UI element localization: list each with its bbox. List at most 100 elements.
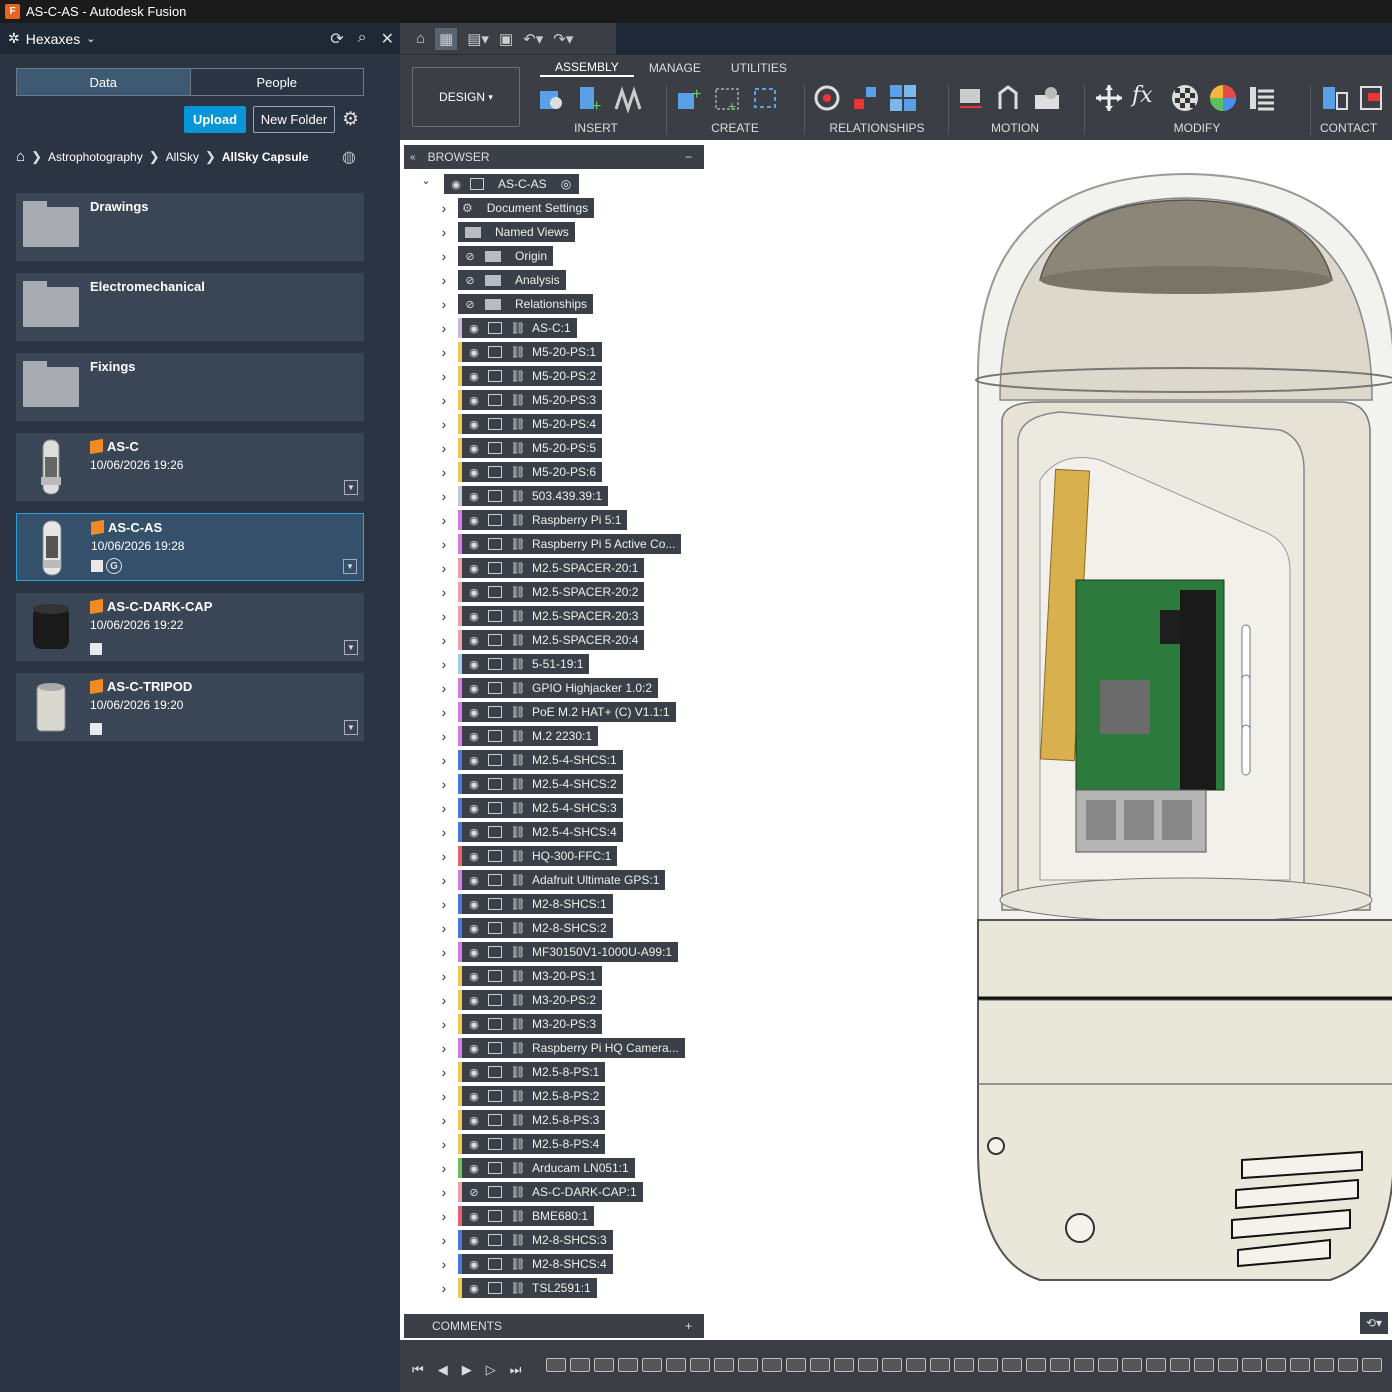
timeline-feature-icon[interactable]	[1290, 1358, 1310, 1372]
visibility-eye-icon[interactable]: ◉	[465, 610, 483, 623]
navigation-bar-toggle[interactable]: ⟲▾	[1360, 1312, 1388, 1334]
timeline-feature-icon[interactable]	[810, 1358, 830, 1372]
browser-component-node[interactable]: ◉ ⛓ MF30150V1-1000U-A99:1	[458, 942, 679, 962]
browser-component-node[interactable]: ◉ ⛓ TSL2591:1	[458, 1278, 597, 1298]
breadcrumb-item[interactable]: AllSky	[166, 150, 199, 164]
create-box-icon[interactable]: +	[674, 83, 704, 113]
expand-chevron-icon[interactable]: ›	[438, 560, 450, 576]
visibility-eye-icon[interactable]: ◉	[465, 442, 483, 455]
expand-chevron-icon[interactable]: ›	[438, 320, 450, 336]
visibility-eye-icon[interactable]: ◉	[465, 490, 483, 503]
redo-icon[interactable]: ↷▾	[553, 30, 573, 48]
browser-component-node[interactable]: ◉ ⛓ M5-20-PS:5	[458, 438, 603, 458]
save-icon[interactable]: ▣	[499, 30, 513, 48]
tab-data[interactable]: Data	[17, 69, 190, 95]
visibility-eye-icon[interactable]: ◉	[465, 994, 483, 1007]
visibility-eye-icon[interactable]: ◉	[465, 322, 483, 335]
visibility-eye-icon[interactable]: ◉	[465, 1234, 483, 1247]
folder-item[interactable]: Fixings	[16, 353, 364, 421]
tab-utilities[interactable]: UTILITIES	[716, 59, 802, 77]
visibility-eye-icon[interactable]: ◉	[465, 802, 483, 815]
visibility-eye-icon[interactable]: ◉	[465, 1018, 483, 1031]
browser-component-node[interactable]: ◉ ⛓ M2-8-SHCS:3	[458, 1230, 613, 1250]
motion-link-icon[interactable]	[994, 83, 1024, 113]
timeline-feature-icon[interactable]	[546, 1358, 566, 1372]
refresh-icon[interactable]: ⟳	[330, 29, 343, 49]
data-panel-grid-icon[interactable]: ▦	[435, 27, 458, 50]
expand-chevron-icon[interactable]: ⌄	[420, 174, 432, 187]
expand-chevron-icon[interactable]: ›	[438, 1184, 450, 1200]
expand-chevron-icon[interactable]: ›	[438, 776, 450, 792]
browser-component-node[interactable]: ◉ ⛓ M5-20-PS:1	[458, 342, 603, 362]
activate-radio-icon[interactable]: ◎	[561, 177, 571, 191]
timeline-feature-icon[interactable]	[954, 1358, 974, 1372]
visibility-eye-icon[interactable]: ◉	[465, 1090, 483, 1103]
contact-sets-icon[interactable]	[1320, 83, 1350, 113]
rigid-group-icon[interactable]	[888, 83, 918, 113]
motion-study-icon[interactable]	[1032, 83, 1062, 113]
visibility-eye-icon[interactable]: ◉	[465, 1282, 483, 1295]
browser-component-node[interactable]: ◉ ⛓ M2.5-8-PS:1	[458, 1062, 606, 1082]
minimize-icon[interactable]: −	[685, 150, 692, 164]
timeline-feature-icon[interactable]	[906, 1358, 926, 1372]
browser-folder-node[interactable]: Named Views	[458, 222, 575, 242]
browser-component-node[interactable]: ◉ ⛓ M2-8-SHCS:4	[458, 1254, 613, 1274]
browser-root-node[interactable]: ◉ AS-C-AS ◎	[444, 174, 580, 194]
browser-component-node[interactable]: ◉ ⛓ M5-20-PS:2	[458, 366, 603, 386]
browser-component-node[interactable]: ◉ ⛓ PoE M.2 HAT+ (C) V1.1:1	[458, 702, 676, 722]
timeline-feature-icon[interactable]	[882, 1358, 902, 1372]
expand-chevron-icon[interactable]: ›	[438, 392, 450, 408]
visibility-eye-icon[interactable]: ◉	[465, 1042, 483, 1055]
expand-chevron-icon[interactable]: ›	[438, 200, 450, 216]
expand-chevron-icon[interactable]: ›	[438, 800, 450, 816]
browser-component-node[interactable]: ◉ ⛓ M2.5-8-PS:3	[458, 1110, 606, 1130]
browser-component-node[interactable]: ◉ ⛓ M.2 2230:1	[458, 726, 599, 746]
expand-chevron-icon[interactable]: ›	[438, 872, 450, 888]
collapse-panel-icon[interactable]: «	[410, 152, 416, 163]
create-label[interactable]: CREATE	[674, 121, 796, 135]
expand-chevron-icon[interactable]: ›	[438, 1040, 450, 1056]
expand-chevron-icon[interactable]: ›	[438, 1136, 450, 1152]
browser-component-node[interactable]: ◉ ⛓ M2.5-4-SHCS:3	[458, 798, 623, 818]
browser-component-node[interactable]: ◉ ⛓ M5-20-PS:6	[458, 462, 603, 482]
browser-component-node[interactable]: ◉ ⛓ M5-20-PS:4	[458, 414, 603, 434]
expand-chevron-icon[interactable]: ›	[438, 296, 450, 312]
visibility-eye-icon[interactable]: ◉	[465, 346, 483, 359]
visibility-eye-icon[interactable]: ◉	[465, 1162, 483, 1175]
timeline-feature-icon[interactable]	[690, 1358, 710, 1372]
timeline-feature-icon[interactable]	[978, 1358, 998, 1372]
timeline-feature-icon[interactable]	[1242, 1358, 1262, 1372]
create-sketch-icon[interactable]: +	[712, 83, 742, 113]
browser-component-node[interactable]: ◉ ⛓ M2.5-4-SHCS:1	[458, 750, 623, 770]
create-frame-icon[interactable]	[750, 83, 780, 113]
expand-chevron-icon[interactable]: ›	[438, 1064, 450, 1080]
visibility-eye-icon[interactable]: ◉	[465, 1138, 483, 1151]
timeline-feature-icon[interactable]	[834, 1358, 854, 1372]
browser-folder-node[interactable]: ⊘ Origin	[458, 246, 554, 266]
item-menu-dropdown[interactable]: ▼	[343, 559, 357, 574]
visibility-eye-icon[interactable]: ◉	[465, 658, 483, 671]
upload-button[interactable]: Upload	[184, 106, 246, 133]
browser-component-node[interactable]: ◉ ⛓ GPIO Highjacker 1.0:2	[458, 678, 659, 698]
browser-component-node[interactable]: ⊘ ⛓ AS-C-DARK-CAP:1	[458, 1182, 643, 1202]
item-menu-dropdown[interactable]: ▼	[344, 480, 358, 495]
expand-chevron-icon[interactable]: ›	[438, 464, 450, 480]
browser-component-node[interactable]: ◉ ⛓ M2.5-4-SHCS:2	[458, 774, 623, 794]
visibility-eye-icon[interactable]: ◉	[465, 898, 483, 911]
timeline-feature-icon[interactable]	[786, 1358, 806, 1372]
design-item-selected[interactable]: AS-C-AS 10/06/2026 19:28 G ▼	[16, 513, 364, 581]
timeline-feature-icon[interactable]	[714, 1358, 734, 1372]
timeline-feature-icon[interactable]	[642, 1358, 662, 1372]
timeline-feature-icon[interactable]	[618, 1358, 638, 1372]
expand-chevron-icon[interactable]: ›	[438, 632, 450, 648]
timeline-feature-icon[interactable]	[1170, 1358, 1190, 1372]
search-icon[interactable]: ⌕	[358, 29, 367, 49]
expand-chevron-icon[interactable]: ›	[438, 1160, 450, 1176]
timeline-feature-icon[interactable]	[1026, 1358, 1046, 1372]
expand-chevron-icon[interactable]: ›	[438, 752, 450, 768]
expand-chevron-icon[interactable]: ›	[438, 848, 450, 864]
browser-component-node[interactable]: ◉ ⛓ M2.5-SPACER-20:3	[458, 606, 645, 626]
tab-people[interactable]: People	[189, 69, 364, 95]
expand-chevron-icon[interactable]: ›	[438, 992, 450, 1008]
visibility-eye-icon[interactable]: ◉	[465, 730, 483, 743]
